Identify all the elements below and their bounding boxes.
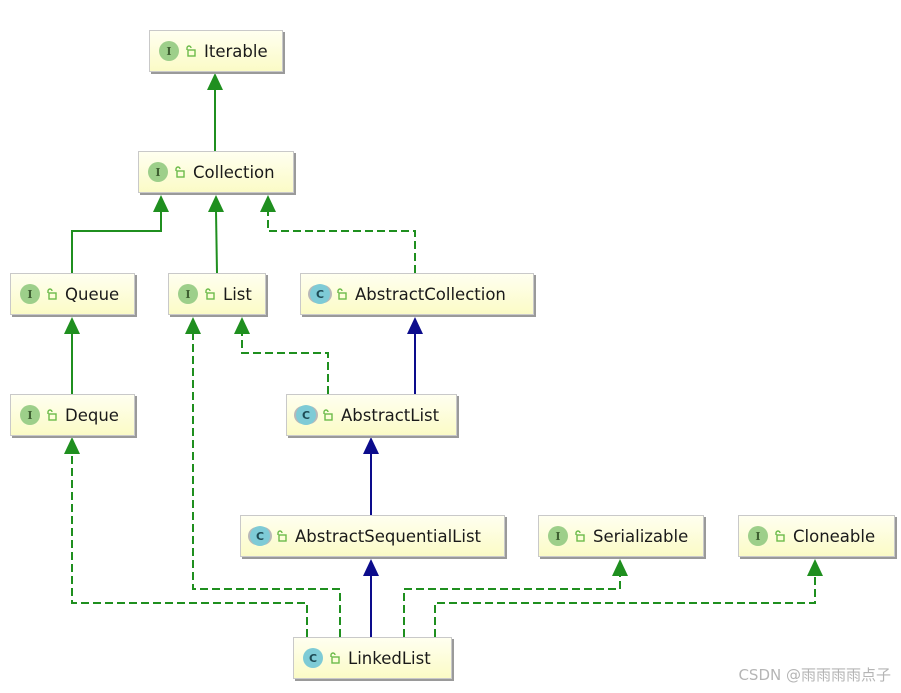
unlocked-icon <box>175 166 185 178</box>
interface-icon: I <box>748 526 768 546</box>
edge-list-to-collection <box>215 210 218 274</box>
edge-linkedlist-to-cloneable <box>434 575 816 637</box>
unlocked-icon <box>277 530 287 542</box>
interface-icon: I <box>20 405 40 425</box>
unlocked-icon <box>337 288 347 300</box>
arrowhead-linkedlist-to-deque <box>64 437 80 454</box>
node-label: AbstractList <box>341 405 440 425</box>
unlocked-icon <box>575 530 585 542</box>
interface-icon: I <box>148 162 168 182</box>
edge-linkedlist-to-list <box>192 333 341 637</box>
node-abstractlist[interactable]: C AbstractList <box>286 394 457 436</box>
arrowhead-abstractsequentiallist-to-abstractlist <box>363 437 379 454</box>
class-icon: C <box>303 648 323 668</box>
node-serializable[interactable]: I Serializable <box>538 515 704 557</box>
unlocked-icon <box>47 409 57 421</box>
arrowhead-linkedlist-to-list <box>185 317 201 334</box>
arrowhead-abstractlist-to-abstractcollection <box>407 317 423 334</box>
node-abstractcollection[interactable]: C AbstractCollection <box>300 273 534 315</box>
node-label: Deque <box>65 405 119 425</box>
node-label: Queue <box>65 284 120 304</box>
node-label: Collection <box>193 162 275 182</box>
node-deque[interactable]: I Deque <box>10 394 135 436</box>
arrowhead-list-to-collection <box>208 195 224 212</box>
interface-icon: I <box>548 526 568 546</box>
arrowhead-linkedlist-to-abstractsequentiallist <box>363 559 379 576</box>
interface-icon: I <box>159 41 179 61</box>
node-label: AbstractCollection <box>355 284 506 304</box>
unlocked-icon <box>775 530 785 542</box>
node-abstractsequentiallist[interactable]: C AbstractSequentialList <box>240 515 505 557</box>
node-list[interactable]: I List <box>168 273 266 315</box>
edge-queue-to-collection <box>71 211 162 273</box>
node-label: AbstractSequentialList <box>295 526 482 546</box>
unlocked-icon <box>330 652 340 664</box>
node-label: Iterable <box>204 41 268 61</box>
unlocked-icon <box>186 45 196 57</box>
edge-abstractlist-to-list <box>241 333 329 394</box>
arrowhead-deque-to-queue <box>64 317 80 334</box>
node-queue[interactable]: I Queue <box>10 273 135 315</box>
unlocked-icon <box>205 288 215 300</box>
arrowhead-abstractcollection-to-collection <box>260 195 276 212</box>
node-label: LinkedList <box>348 648 431 668</box>
node-iterable[interactable]: I Iterable <box>149 30 283 72</box>
arrowhead-queue-to-collection <box>153 195 169 212</box>
edge-abstractcollection-to-collection <box>267 211 416 273</box>
node-label: Cloneable <box>793 526 876 546</box>
unlocked-icon <box>47 288 57 300</box>
arrowhead-linkedlist-to-serializable <box>612 559 628 576</box>
node-cloneable[interactable]: I Cloneable <box>738 515 895 557</box>
arrowhead-collection-to-iterable <box>207 73 223 90</box>
node-label: Serializable <box>593 526 689 546</box>
interface-icon: I <box>20 284 40 304</box>
abstract-class-icon: C <box>310 284 330 304</box>
arrowhead-linkedlist-to-cloneable <box>807 559 823 576</box>
edges-layer <box>64 73 823 637</box>
abstract-class-icon: C <box>250 526 270 546</box>
node-label: List <box>223 284 252 304</box>
node-linkedlist[interactable]: C LinkedList <box>293 637 452 679</box>
unlocked-icon <box>323 409 333 421</box>
arrowhead-abstractlist-to-list <box>234 317 250 334</box>
edge-linkedlist-to-serializable <box>403 575 621 637</box>
watermark: CSDN @雨雨雨雨点子 <box>738 666 891 684</box>
node-collection[interactable]: I Collection <box>138 151 294 193</box>
interface-icon: I <box>178 284 198 304</box>
abstract-class-icon: C <box>296 405 316 425</box>
